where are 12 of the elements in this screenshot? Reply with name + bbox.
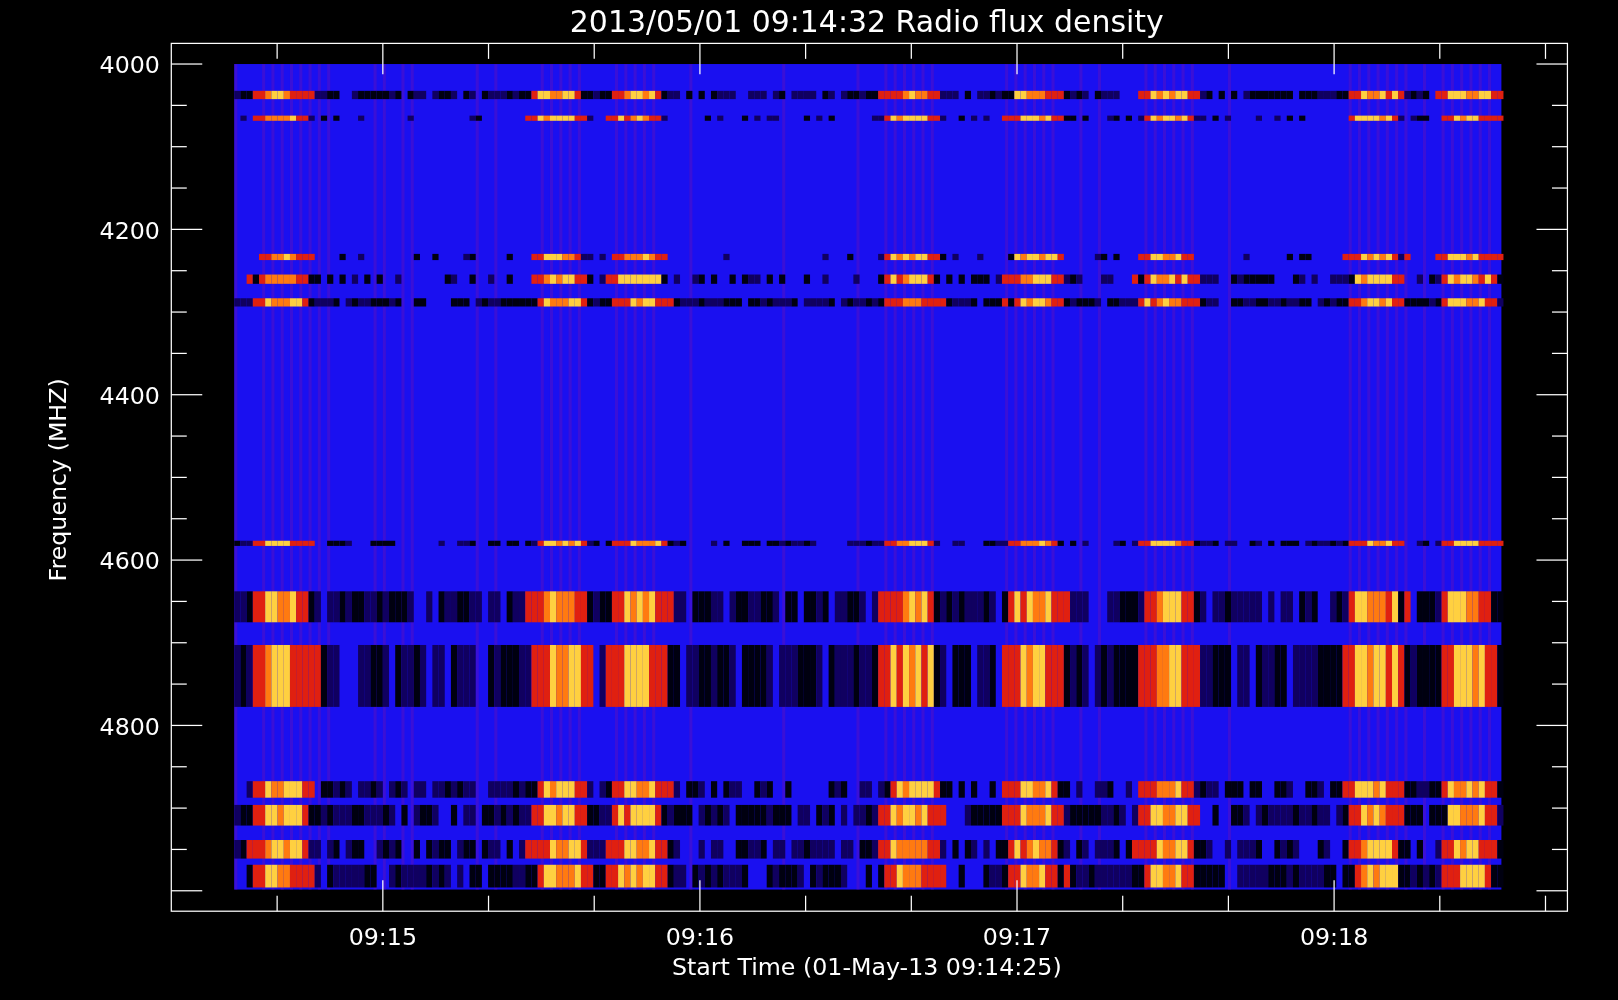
plot-title: 2013/05/01 09:14:32 Radio flux density	[569, 4, 1164, 40]
axis-tick-label: 09:17	[982, 923, 1052, 952]
axis-tick-label: 4800	[99, 712, 160, 741]
axis-tick-label: 09:18	[1299, 923, 1369, 952]
axis-title: Start Time (01-May-13 09:14:25)	[671, 953, 1062, 982]
axis-tick-label: 4400	[99, 382, 160, 411]
axis-tick-label: 4600	[99, 547, 160, 576]
axis-tick-label: 09:15	[348, 923, 417, 952]
axis-title: Frequency (MHZ)	[44, 378, 73, 582]
axis-tick-label: 4200	[99, 216, 160, 245]
axis-tick-label: 09:16	[665, 923, 735, 952]
axis-tick-label: 4000	[99, 51, 160, 80]
